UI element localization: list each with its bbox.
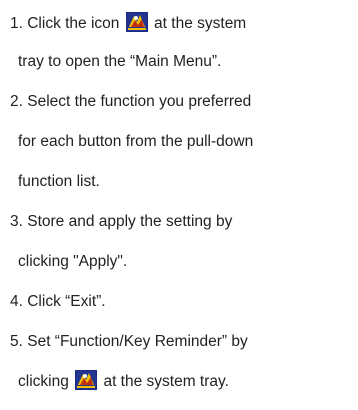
- step-3-line-2: clicking "Apply".: [18, 253, 128, 270]
- step-2-line-1: 2. Select the function you preferred: [10, 93, 252, 110]
- step-1-prefix: 1. Click the icon: [10, 15, 120, 32]
- step-1-line-2: tray to open the “Main Menu”.: [18, 53, 222, 70]
- step-5-suffix: at the system tray.: [103, 373, 229, 390]
- system-tray-icon: [75, 370, 98, 390]
- step-4-line-1: 4. Click “Exit”.: [10, 293, 106, 310]
- step-5-line-1: 5. Set “Function/Key Reminder” by: [10, 333, 248, 350]
- step-3-line-1: 3. Store and apply the setting by: [10, 213, 233, 230]
- system-tray-icon: [125, 12, 148, 32]
- step-2-line-2: for each button from the pull-down: [18, 133, 254, 150]
- step-1-suffix: at the system: [154, 15, 247, 32]
- step-2-line-3: function list.: [18, 173, 100, 190]
- step-5-line-2: clicking at the system tray.: [18, 370, 229, 390]
- step-5-prefix: clicking: [18, 373, 69, 390]
- step-1-line-1: 1. Click the icon at the system: [10, 12, 246, 32]
- instruction-document: 1. Click the icon at the system tray to …: [0, 0, 358, 410]
